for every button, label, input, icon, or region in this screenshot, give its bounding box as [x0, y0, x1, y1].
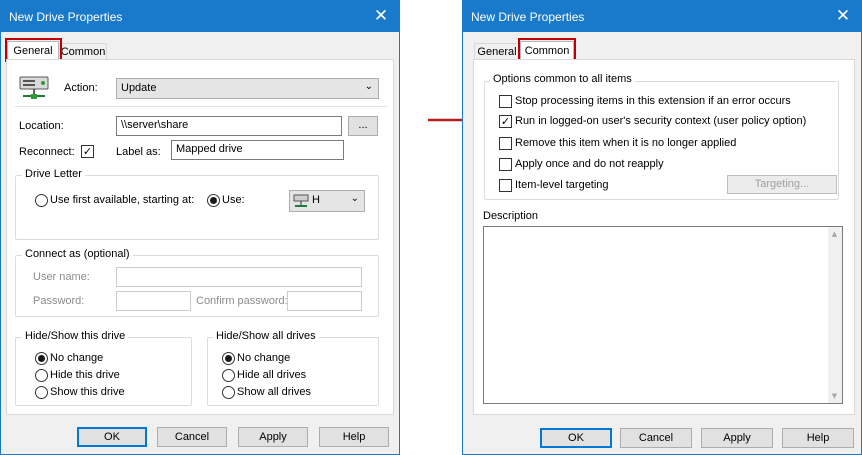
help-button[interactable]: Help — [319, 427, 389, 447]
scroll-down-icon[interactable]: ▼ — [829, 392, 840, 400]
first-available-label: Use first available, starting at: — [50, 194, 195, 206]
confirm-password-label: Confirm password: — [196, 295, 288, 307]
confirm-password-input[interactable] — [287, 291, 362, 311]
location-label: Location: — [19, 120, 64, 132]
left-dialog: New Drive Properties ✕ General Common Ac… — [0, 0, 400, 455]
remove-item-label: Remove this item when it is no longer ap… — [515, 137, 737, 149]
show-this-drive-label: Show this drive — [50, 386, 125, 398]
hide-this-drive-label: Hide this drive — [50, 369, 120, 381]
stop-processing-checkbox[interactable] — [499, 95, 512, 108]
show-all-drives-radio[interactable] — [222, 386, 235, 399]
drive-small-icon — [293, 194, 309, 207]
drive-letter-dropdown[interactable]: H ⌄ — [289, 190, 365, 212]
help-button[interactable]: Help — [782, 428, 854, 448]
description-scrollbar[interactable]: ▲ ▼ — [828, 227, 842, 403]
drive-letter-title: Drive Letter — [22, 168, 85, 180]
right-dialog-title: New Drive Properties — [471, 10, 585, 24]
apply-button[interactable]: Apply — [701, 428, 773, 448]
apply-once-checkbox[interactable] — [499, 158, 512, 171]
use-label: Use: — [222, 194, 245, 206]
right-dialog: New Drive Properties ✕ General Common Op… — [462, 0, 862, 455]
drive-letter-value: H — [312, 194, 320, 206]
use-radio[interactable] — [207, 194, 220, 207]
hide-all-drives-label: Hide all drives — [237, 369, 307, 381]
this-no-change-label: No change — [50, 352, 104, 364]
close-icon[interactable]: ✕ — [825, 1, 861, 32]
this-no-change-radio[interactable] — [35, 352, 48, 365]
tab-general[interactable]: General — [474, 43, 520, 60]
cancel-button[interactable]: Cancel — [620, 428, 692, 448]
network-drive-icon — [19, 76, 49, 99]
location-input[interactable]: \\server\share — [116, 116, 342, 136]
ok-button[interactable]: OK — [77, 427, 147, 447]
left-tab-panel: Action: Update ⌄ Location: \\server\shar… — [6, 59, 394, 415]
first-available-radio[interactable] — [35, 194, 48, 207]
action-label: Action: — [64, 82, 98, 94]
run-logged-on-label: Run in logged-on user's security context… — [515, 115, 807, 127]
right-tab-panel: Options common to all items Stop process… — [473, 59, 855, 415]
close-icon[interactable]: ✕ — [363, 1, 399, 32]
hide-this-drive-radio[interactable] — [35, 369, 48, 382]
remove-item-checkbox[interactable] — [499, 137, 512, 150]
targeting-button[interactable]: Targeting... — [727, 175, 837, 194]
item-level-targeting-label: Item-level targeting — [515, 179, 609, 191]
left-title-bar[interactable]: New Drive Properties ✕ — [1, 1, 399, 32]
cancel-button[interactable]: Cancel — [157, 427, 227, 447]
password-label: Password: — [33, 295, 85, 307]
show-all-drives-label: Show all drives — [237, 386, 311, 398]
apply-button[interactable]: Apply — [238, 427, 308, 447]
description-label: Description — [483, 210, 539, 222]
chevron-down-icon: ⌄ — [350, 193, 359, 204]
show-this-drive-radio[interactable] — [35, 386, 48, 399]
stop-processing-label: Stop processing items in this extension … — [515, 95, 791, 107]
all-no-change-radio[interactable] — [222, 352, 235, 365]
reconnect-label: Reconnect: — [19, 146, 75, 158]
options-group-title: Options common to all items — [490, 73, 635, 85]
label-as-label: Label as: — [116, 146, 161, 158]
scroll-up-icon[interactable]: ▲ — [829, 230, 840, 238]
ok-button[interactable]: OK — [540, 428, 612, 448]
tab-common[interactable]: Common — [59, 43, 107, 60]
browse-button[interactable]: ... — [348, 116, 378, 136]
action-dropdown[interactable]: Update ⌄ — [116, 78, 379, 99]
label-as-input[interactable]: Mapped drive — [171, 140, 344, 160]
all-no-change-label: No change — [237, 352, 291, 364]
username-label: User name: — [33, 271, 90, 283]
hide-show-all-title: Hide/Show all drives — [213, 330, 319, 342]
left-dialog-title: New Drive Properties — [9, 10, 123, 24]
hide-all-drives-radio[interactable] — [222, 369, 235, 382]
action-value: Update — [121, 82, 157, 94]
run-logged-on-checkbox[interactable]: ✓ — [499, 115, 512, 128]
hide-show-this-title: Hide/Show this drive — [22, 330, 129, 342]
apply-once-label: Apply once and do not reapply — [515, 158, 664, 170]
connect-as-title: Connect as (optional) — [22, 248, 133, 260]
right-title-bar[interactable]: New Drive Properties ✕ — [463, 1, 861, 32]
reconnect-checkbox[interactable]: ✓ — [81, 145, 94, 158]
item-level-targeting-checkbox[interactable] — [499, 179, 512, 192]
username-input[interactable] — [116, 267, 362, 287]
description-textarea[interactable]: ▲ ▼ — [483, 226, 843, 404]
chevron-down-icon: ⌄ — [364, 81, 373, 92]
password-input[interactable] — [116, 291, 191, 311]
separator — [15, 106, 387, 107]
